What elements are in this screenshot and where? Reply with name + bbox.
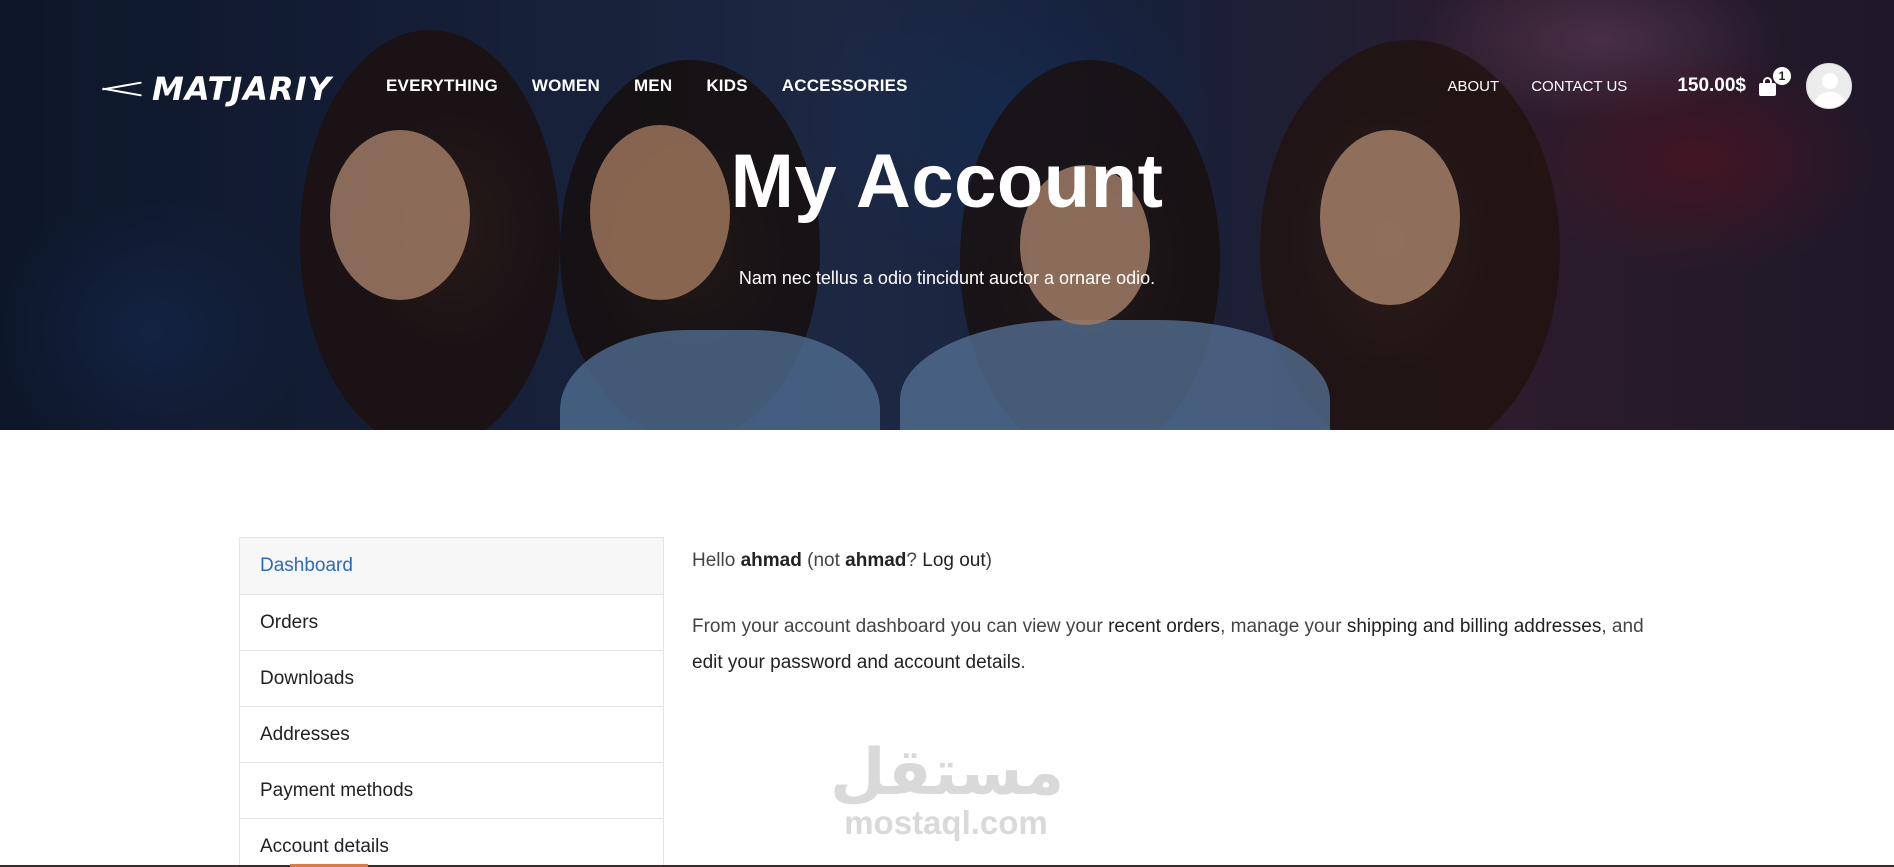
nav-men[interactable]: MEN — [634, 76, 672, 96]
logout-link[interactable]: Log out — [922, 550, 985, 571]
nav-women[interactable]: WOMEN — [532, 76, 600, 96]
nav-about[interactable]: ABOUT — [1448, 78, 1500, 95]
page-title: My Account — [730, 139, 1164, 224]
account-nav-payment-methods[interactable]: Payment methods — [240, 762, 663, 818]
account-navigation: Dashboard Orders Downloads Addresses Pay… — [239, 537, 664, 867]
nav-everything[interactable]: EVERYTHING — [386, 76, 498, 96]
dashboard-intro: From your account dashboard you can view… — [692, 616, 1644, 673]
account-nav-dashboard[interactable]: Dashboard — [240, 538, 663, 594]
username: ahmad — [740, 550, 802, 571]
logo-text: MATJARIY — [152, 70, 332, 108]
account-dashboard-content: Hello ahmad (not ahmad? Log out) From yo… — [692, 543, 1652, 711]
recent-orders-link[interactable]: recent orders — [1108, 616, 1220, 637]
account-nav-account-details[interactable]: Account details — [240, 818, 663, 867]
main-nav: EVERYTHING WOMEN MEN KIDS ACCESSORIES — [386, 76, 908, 96]
addresses-link[interactable]: shipping and billing addresses — [1347, 616, 1602, 637]
nav-contact-us[interactable]: CONTACT US — [1531, 78, 1627, 95]
account-nav-downloads[interactable]: Downloads — [240, 650, 663, 706]
account-nav-orders[interactable]: Orders — [240, 594, 663, 650]
cart-total[interactable]: 150.00$ — [1677, 75, 1746, 97]
logo-icon — [100, 79, 144, 99]
nav-accessories[interactable]: ACCESSORIES — [782, 76, 908, 96]
greeting: Hello ahmad (not ahmad? Log out) — [692, 550, 992, 571]
username-repeat: ahmad — [845, 550, 907, 571]
page-subtitle: Nam nec tellus a odio tincidunt auctor a… — [738, 268, 1156, 288]
account-nav-addresses[interactable]: Addresses — [240, 706, 663, 762]
site-logo[interactable]: MATJARIY — [100, 70, 332, 108]
user-avatar-icon[interactable] — [1806, 63, 1852, 109]
cart-count-badge: 1 — [1772, 66, 1792, 86]
watermark-arabic: مستقل — [830, 736, 1065, 810]
cart-bag-icon[interactable]: 1 — [1758, 66, 1792, 96]
watermark-latin: mostaql.com — [844, 804, 1048, 841]
watermark: مستقل mostaql.com — [830, 736, 1065, 841]
nav-kids[interactable]: KIDS — [706, 76, 747, 96]
edit-account-link[interactable]: edit your password and account details — [692, 652, 1020, 673]
header-right: ABOUT CONTACT US 150.00$ 1 — [1448, 62, 1894, 110]
